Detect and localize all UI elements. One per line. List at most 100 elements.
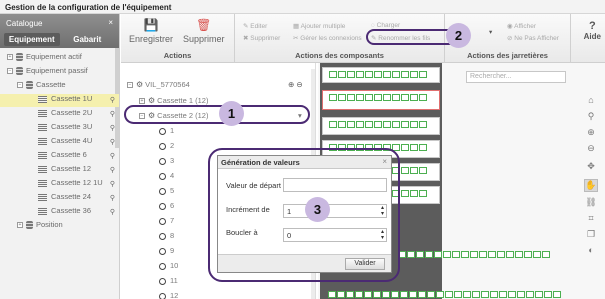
add-multiple-button[interactable]: ▦ Ajouter multiple <box>293 22 345 30</box>
tree-item-label: Equipement actif <box>26 52 82 61</box>
port-radio-3[interactable]: 3 <box>159 156 174 165</box>
radio-icon[interactable] <box>159 247 166 255</box>
search-icon[interactable]: ⚲ <box>584 111 598 124</box>
delete-button[interactable]: 🗑 Supprimer <box>183 18 225 44</box>
cassette-icon <box>38 123 47 131</box>
help-button[interactable]: ? Aide <box>584 20 601 41</box>
radio-icon[interactable] <box>159 127 166 135</box>
radio-icon[interactable] <box>159 157 166 165</box>
zoom-in-icon[interactable]: ⊕ <box>584 127 598 140</box>
port-radio-4[interactable]: 4 <box>159 171 174 180</box>
toggle-icon[interactable]: ◐ <box>584 245 598 258</box>
rack-unit[interactable] <box>322 117 440 135</box>
port-radio-6[interactable]: 6 <box>159 201 174 210</box>
search-icon[interactable]: ⚲ <box>110 208 115 216</box>
tree-root-controls[interactable]: ⊕ ⊖ <box>288 80 303 89</box>
collapse-icon[interactable]: − <box>17 82 23 89</box>
callout-highlight-3 <box>208 148 400 282</box>
radio-icon[interactable] <box>159 172 166 180</box>
radio-icon[interactable] <box>159 142 166 150</box>
crop-icon[interactable]: ⌗ <box>584 213 598 226</box>
floppy-disk-icon: 💾 <box>143 18 159 32</box>
database-icon <box>16 67 23 76</box>
cassette-icon <box>38 137 47 145</box>
tree-item-position[interactable]: + Position <box>0 220 119 233</box>
tree-cassette-1[interactable]: + ⚙ Cassette 1 (12) <box>139 96 208 105</box>
port-radio-12[interactable]: 12 <box>159 291 178 299</box>
tree-item-cassette-36[interactable]: Cassette 36 ⚲ <box>0 206 119 219</box>
tree-item-cassette[interactable]: − Cassette <box>0 80 119 93</box>
radio-icon[interactable] <box>159 202 166 210</box>
manage-connections-button[interactable]: ✂ Gérer les connexions <box>293 34 362 42</box>
tree-item-cassette-4u[interactable]: Cassette 4U ⚲ <box>0 136 119 149</box>
port-radio-8[interactable]: 8 <box>159 231 174 240</box>
tree-item-cassette-6[interactable]: Cassette 6 ⚲ <box>0 150 119 163</box>
copy-icon[interactable]: ❐ <box>584 229 598 242</box>
rack-unit-selected[interactable] <box>322 90 440 110</box>
canvas-search-input[interactable]: Rechercher... <box>466 71 566 83</box>
tree-item-cassette-12[interactable]: Cassette 12 ⚲ <box>0 164 119 177</box>
radio-icon[interactable] <box>159 217 166 225</box>
tree-item-cassette-12-1u[interactable]: Cassette 12 1U ⚲ <box>0 178 119 191</box>
load-button[interactable]: ◌ Charger <box>371 22 400 29</box>
collapse-icon[interactable]: − <box>7 68 13 75</box>
collapse-icon[interactable]: − <box>127 82 133 89</box>
move-icon[interactable]: ✥ <box>584 161 598 174</box>
show-button[interactable]: ◉ Afficher <box>507 22 536 30</box>
radio-icon[interactable] <box>159 292 166 299</box>
link-icon[interactable]: ⛓ <box>584 197 598 210</box>
tree-item-cassette-3u[interactable]: Cassette 3U ⚲ <box>0 122 119 135</box>
tree-item-label: Cassette 12 1U <box>51 178 103 187</box>
delete-small-button[interactable]: ✖ Supprimer <box>243 34 280 42</box>
callout-badge-2: 2 <box>446 23 471 48</box>
tree-item-cassette-2u[interactable]: Cassette 2U ⚲ <box>0 108 119 121</box>
search-icon[interactable]: ⚲ <box>110 138 115 146</box>
radio-icon[interactable] <box>159 187 166 195</box>
pan-hand-icon[interactable]: ✋ <box>584 179 598 192</box>
tree-item-equipement-passif[interactable]: − Equipement passif <box>0 66 119 79</box>
save-button[interactable]: 💾 Enregistrer <box>129 18 173 44</box>
tab-equipement[interactable]: Equipement <box>4 33 60 46</box>
port-radio-1[interactable]: 1 <box>159 126 174 135</box>
tab-gabarit[interactable]: Gabarit <box>60 33 116 46</box>
radio-icon[interactable] <box>159 262 166 270</box>
port-radio-5[interactable]: 5 <box>159 186 174 195</box>
zoom-out-icon[interactable]: ⊖ <box>584 143 598 156</box>
search-icon[interactable]: ⚲ <box>110 152 115 160</box>
database-icon <box>26 81 33 90</box>
expand-icon[interactable]: + <box>7 54 13 61</box>
hide-button[interactable]: ⊘ Ne Pas Afficher <box>507 34 559 42</box>
cassette-icon <box>38 95 47 103</box>
port-radio-2[interactable]: 2 <box>159 141 174 150</box>
search-icon[interactable]: ⚲ <box>110 180 115 188</box>
tree-item-cassette-1u[interactable]: Cassette 1U ⚲ <box>0 94 119 107</box>
rack-unit[interactable] <box>398 251 551 258</box>
radio-icon[interactable] <box>159 277 166 285</box>
radio-icon[interactable] <box>159 232 166 240</box>
rack-unit[interactable] <box>322 67 440 83</box>
search-icon[interactable]: ⚲ <box>110 110 115 118</box>
expand-icon[interactable]: + <box>139 98 145 105</box>
home-icon[interactable]: ⌂ <box>584 95 598 108</box>
ribbon-toolbar: 💾 Enregistrer 🗑 Supprimer Actions ✎ Edit… <box>121 14 605 63</box>
expand-icon[interactable]: + <box>17 222 23 229</box>
tree-item-equipement-actif[interactable]: + Equipement actif <box>0 52 119 65</box>
port-radio-7[interactable]: 7 <box>159 216 174 225</box>
edit-button[interactable]: ✎ Editer <box>243 22 267 30</box>
callout-badge-1: 1 <box>219 101 244 126</box>
port-radio-9[interactable]: 9 <box>159 246 174 255</box>
tree-item-label: Cassette 6 <box>51 150 87 159</box>
port-radio-11[interactable]: 11 <box>159 276 178 285</box>
tree-item-cassette-24[interactable]: Cassette 24 ⚲ <box>0 192 119 205</box>
rack-unit[interactable] <box>328 291 562 298</box>
tree-item-label: Cassette 1U <box>51 94 93 103</box>
search-icon[interactable]: ⚲ <box>110 194 115 202</box>
search-icon[interactable]: ⚲ <box>110 166 115 174</box>
chevron-down-icon[interactable]: ▾ <box>489 28 492 36</box>
actions-group: 💾 Enregistrer 🗑 Supprimer Actions <box>121 14 235 63</box>
search-icon[interactable]: ⚲ <box>110 96 115 104</box>
catalogue-close-icon[interactable]: × <box>108 18 113 27</box>
tree-root[interactable]: − ⚙ VIL_5770564 <box>127 80 190 89</box>
port-radio-10[interactable]: 10 <box>159 261 178 270</box>
search-icon[interactable]: ⚲ <box>110 124 115 132</box>
